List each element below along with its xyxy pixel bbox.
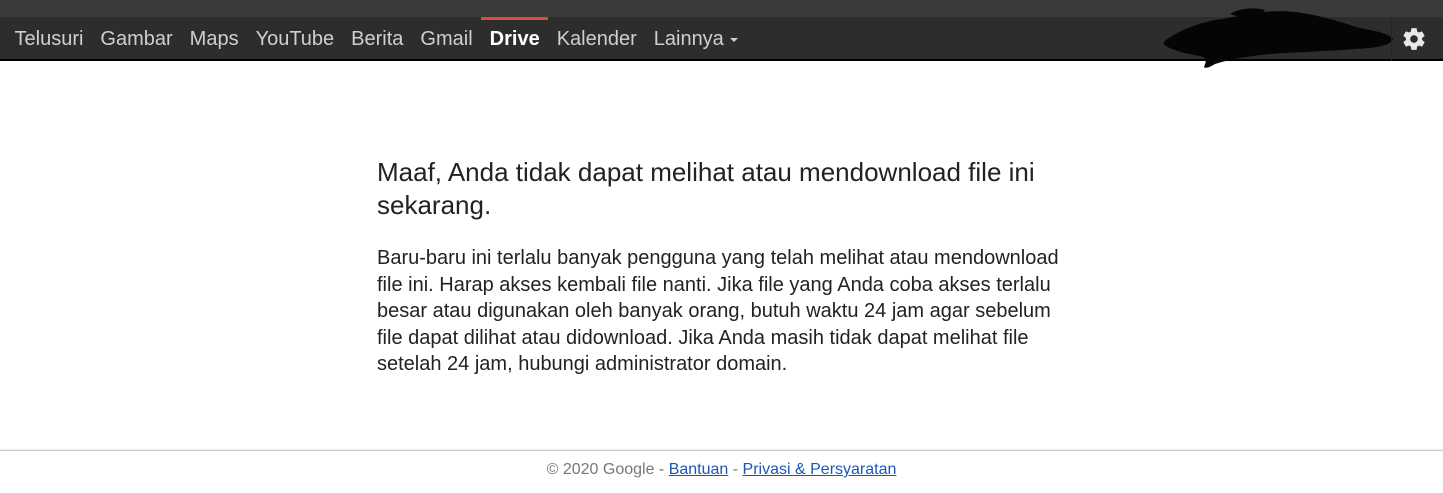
nav-item-lainnya[interactable]: Lainnya [645, 17, 746, 61]
error-heading: Maaf, Anda tidak dapat melihat atau mend… [377, 157, 1035, 220]
settings-button[interactable] [1391, 17, 1436, 61]
redaction-scribble [1163, 8, 1393, 68]
privacy-terms-link[interactable]: Privasi & Persyaratan [743, 461, 897, 478]
top-navigation-bar: Telusuri Gambar Maps YouTube Berita Gmai… [0, 0, 1443, 68]
error-message: Baru-baru ini terlalu banyak pengguna ya… [377, 247, 1059, 375]
nav-item-drive[interactable]: Drive [481, 17, 549, 61]
nav-item-gmail[interactable]: Gmail [412, 17, 481, 61]
caret-down-icon [729, 37, 738, 42]
nav-item-berita[interactable]: Berita [343, 17, 412, 61]
footer-separator: - [658, 461, 665, 478]
nav-item-telusuri[interactable]: Telusuri [6, 17, 92, 61]
copyright-text: © 2020 Google [546, 461, 655, 478]
error-content: Maaf, Anda tidak dapat melihat atau mend… [377, 156, 1067, 378]
google-apps-nav: Telusuri Gambar Maps YouTube Berita Gmai… [6, 17, 746, 61]
footer-separator: - [732, 461, 739, 478]
nav-item-maps[interactable]: Maps [181, 17, 247, 61]
nav-item-youtube[interactable]: YouTube [247, 17, 343, 61]
nav-item-kalender[interactable]: Kalender [548, 17, 645, 61]
page-footer: © 2020 Google - Bantuan - Privasi & Pers… [0, 450, 1443, 493]
gear-icon [1403, 28, 1425, 50]
more-menu-label: Lainnya [653, 28, 724, 50]
help-link[interactable]: Bantuan [669, 461, 729, 478]
nav-item-gambar[interactable]: Gambar [92, 17, 181, 61]
